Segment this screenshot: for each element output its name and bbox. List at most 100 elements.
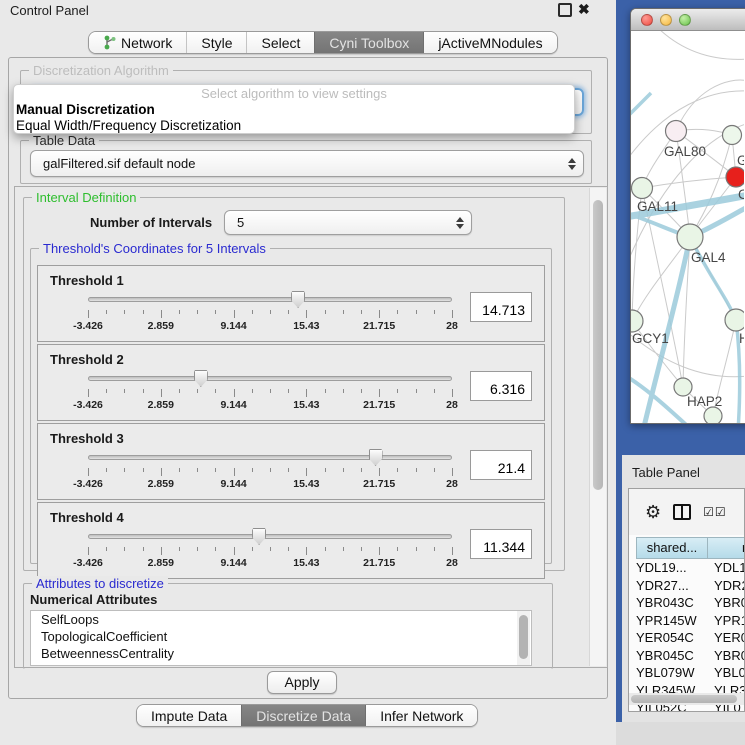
cell-shared-name[interactable]: YBR045C (636, 648, 708, 666)
slider-track[interactable] (88, 297, 452, 302)
apply-button[interactable]: Apply (267, 671, 337, 694)
slider-track[interactable] (88, 376, 452, 381)
node-selected-red[interactable] (726, 167, 744, 187)
node-gal4[interactable] (677, 224, 703, 250)
zoom-traffic-light-icon[interactable] (679, 14, 691, 26)
close-traffic-light-icon[interactable] (641, 14, 653, 26)
node-gcy1[interactable] (631, 310, 643, 332)
tab-style[interactable]: Style (186, 32, 246, 53)
table-row[interactable]: YDL19...YDL1 (636, 560, 745, 578)
tab-network[interactable]: Network (89, 32, 186, 53)
threshold-value-field[interactable] (470, 529, 532, 559)
threshold-slider[interactable]: -3.4262.8599.14415.4321.71528 (88, 369, 452, 413)
cell-name[interactable]: YBR0 (708, 648, 745, 666)
threshold-value-field[interactable] (470, 450, 532, 480)
attribute-list-item[interactable]: SelfLoops (31, 611, 531, 628)
column-header-name[interactable]: n (708, 537, 745, 559)
combo-stepper-icon (449, 217, 471, 229)
tab-impute-data[interactable]: Impute Data (137, 705, 241, 726)
float-window-icon[interactable] (558, 3, 572, 17)
cell-name[interactable]: YBR0 (708, 595, 745, 613)
tick-label: 2.859 (148, 399, 174, 411)
network-tree-icon (103, 35, 116, 50)
numerical-attributes-label: Numerical Attributes (30, 592, 157, 607)
cell-name[interactable]: YDR2 (708, 578, 745, 596)
tab-discretize-data[interactable]: Discretize Data (241, 705, 365, 726)
popup-option-manual-discretization[interactable]: Manual Discretization (14, 102, 574, 118)
node-g[interactable] (723, 126, 742, 145)
cell-shared-name[interactable]: YPR145W (636, 613, 708, 631)
scrollbar-thumb[interactable] (519, 615, 528, 659)
network-canvas[interactable]: GAL80 G C GAL11 GAL4 GCY1 H HAP2 (631, 31, 745, 423)
tab-jactivemnodules[interactable]: jActiveMNodules (423, 32, 556, 53)
gear-icon[interactable]: ⚙ (645, 503, 661, 521)
threshold-value-field[interactable] (470, 371, 532, 401)
table-horizontal-scrollbar[interactable] (629, 693, 744, 705)
attribute-list-item[interactable]: TopologicalCoefficient (31, 628, 531, 645)
threshold-label: Threshold 3 (38, 424, 544, 446)
threshold-label: Threshold 1 (38, 266, 544, 288)
cell-name[interactable]: YPR1 (708, 613, 745, 631)
network-graph: GAL80 G C GAL11 GAL4 GCY1 H HAP2 (631, 31, 744, 423)
cell-name[interactable]: YER0 (708, 630, 745, 648)
table-data-combobox[interactable]: galFiltered.sif default node (30, 150, 584, 177)
node-gal11[interactable] (632, 178, 653, 199)
scrollbar-thumb[interactable] (593, 200, 603, 490)
threshold-slider[interactable]: -3.4262.8599.14415.4321.71528 (88, 448, 452, 492)
screen: Control Panel ✖ Network Style Select Cyn… (0, 0, 745, 745)
threshold-value-field[interactable] (470, 292, 532, 322)
minimize-traffic-light-icon[interactable] (660, 14, 672, 26)
slider-thumb[interactable] (291, 291, 305, 308)
tick-label: 28 (446, 478, 458, 490)
slider-row: -3.4262.8599.14415.4321.71528 (38, 369, 544, 413)
node-gal80[interactable] (666, 121, 687, 142)
tab-infer-network[interactable]: Infer Network (365, 705, 477, 726)
select-columns-checkboxes-icon[interactable]: ☑☑ (703, 505, 727, 519)
cell-shared-name[interactable]: YBR043C (636, 595, 708, 613)
cell-shared-name[interactable]: YDR27... (636, 578, 708, 596)
table-row[interactable]: YDR27...YDR2 (636, 578, 745, 596)
threshold-slider[interactable]: -3.4262.8599.14415.4321.71528 (88, 290, 452, 334)
column-header-shared-name[interactable]: shared... (636, 537, 708, 559)
popup-option-equal-width-frequency[interactable]: Equal Width/Frequency Discretization (14, 118, 574, 134)
tick-label: -3.426 (73, 399, 103, 411)
slider-thumb[interactable] (252, 528, 266, 545)
cell-name[interactable]: YBL0 (708, 665, 745, 683)
node-label: GAL11 (637, 199, 678, 214)
table-row[interactable]: YER054CYER0 (636, 630, 745, 648)
tab-select[interactable]: Select (246, 32, 314, 53)
number-of-intervals-combobox[interactable]: 5 (224, 210, 472, 235)
scrollbar-thumb[interactable] (631, 695, 737, 703)
cell-shared-name[interactable]: YBL079W (636, 665, 708, 683)
slider-thumb[interactable] (194, 370, 208, 387)
columns-icon[interactable] (673, 504, 691, 520)
cell-name[interactable]: YDL1 (708, 560, 745, 578)
tab-cyni-toolbox[interactable]: Cyni Toolbox (314, 32, 423, 53)
attribute-list-item[interactable]: BetweennessCentrality (31, 645, 531, 662)
close-icon[interactable]: ✖ (578, 1, 590, 18)
tick-label: 28 (446, 320, 458, 332)
node-label: GCY1 (632, 331, 669, 346)
attributes-list-scrollbar[interactable] (517, 611, 530, 665)
table-row[interactable]: YBL079WYBL0 (636, 665, 745, 683)
slider-track[interactable] (88, 455, 452, 460)
table-row[interactable]: YPR145WYPR1 (636, 613, 745, 631)
node-partial[interactable] (704, 407, 722, 423)
numerical-attributes-list[interactable]: SelfLoopsTopologicalCoefficientBetweenne… (30, 610, 532, 666)
cell-shared-name[interactable]: YDL19... (636, 560, 708, 578)
slider-thumb[interactable] (369, 449, 383, 466)
threshold-slider[interactable]: -3.4262.8599.14415.4321.71528 (88, 527, 452, 571)
threshold-panel: Threshold 1-3.4262.8599.14415.4321.71528 (37, 265, 545, 342)
node-label: H (739, 331, 744, 346)
threshold-label: Threshold 4 (38, 503, 544, 525)
slider-track[interactable] (88, 534, 452, 539)
cell-shared-name[interactable]: YER054C (636, 630, 708, 648)
tab-label: Cyni Toolbox (329, 35, 409, 51)
table-row[interactable]: YBR045CYBR0 (636, 648, 745, 666)
algorithm-dropdown-popup: Select algorithm to view settings Manual… (13, 84, 575, 134)
table-row[interactable]: YBR043CYBR0 (636, 595, 745, 613)
node-h[interactable] (725, 309, 744, 331)
tab-label: Select (261, 35, 300, 51)
settings-panel-scrollbar[interactable] (589, 188, 606, 666)
bottom-tab-bar: Impute Data Discretize Data Infer Networ… (136, 704, 478, 727)
